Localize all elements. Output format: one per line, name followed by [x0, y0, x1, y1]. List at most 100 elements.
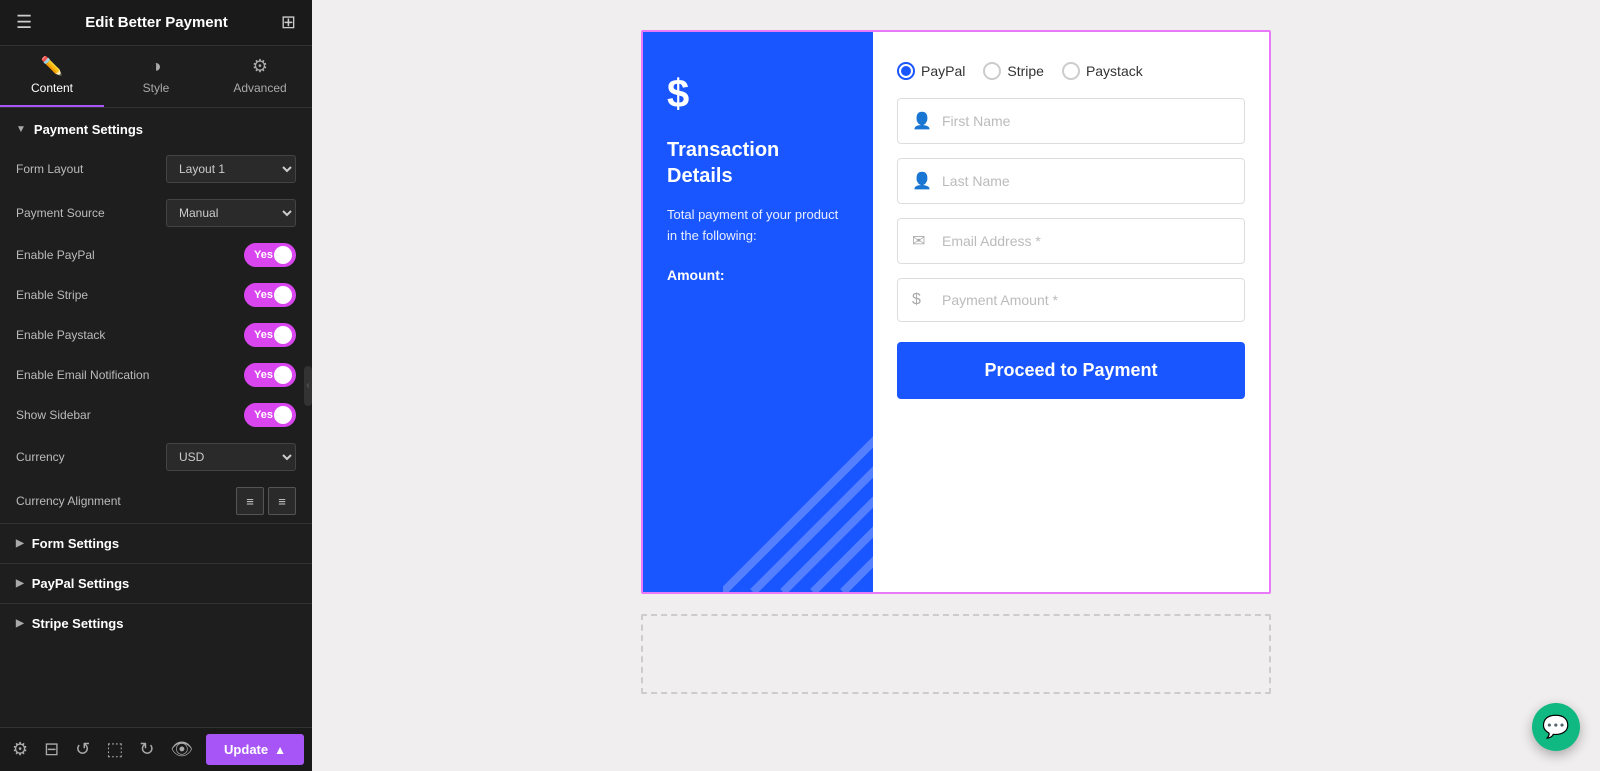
- email-field[interactable]: ✉ Email Address: [897, 218, 1245, 264]
- payment-source-row: Payment Source Manual: [0, 191, 312, 235]
- stripe-radio-option[interactable]: Stripe: [983, 62, 1044, 80]
- enable-stripe-row: Enable Stripe Yes: [0, 275, 312, 315]
- paypal-settings-arrow: ▶: [16, 578, 24, 589]
- settings-icon[interactable]: ⚙: [8, 735, 32, 764]
- eye-icon[interactable]: 👁: [166, 735, 197, 764]
- paypal-settings-section[interactable]: ▶ PayPal Settings: [0, 563, 312, 603]
- toggle-knob-sidebar: [274, 406, 292, 424]
- show-sidebar-row: Show Sidebar Yes: [0, 395, 312, 435]
- form-layout-select[interactable]: Layout 1: [166, 155, 296, 183]
- enable-email-notification-toggle[interactable]: Yes: [244, 363, 296, 387]
- currency-alignment-group: ≡ ≡: [236, 487, 296, 515]
- toggle-knob-stripe: [274, 286, 292, 304]
- align-right-button[interactable]: ≡: [268, 487, 296, 515]
- enable-paypal-value: Yes: [248, 249, 273, 261]
- advanced-icon: ⚙: [252, 56, 268, 77]
- show-sidebar-toggle[interactable]: Yes: [244, 403, 296, 427]
- last-name-icon: 👤: [912, 171, 932, 191]
- enable-paystack-toggle[interactable]: Yes: [244, 323, 296, 347]
- sidebar: ☰ Edit Better Payment ⊞ ✏️ Content ◑ Sty…: [0, 0, 312, 771]
- sidebar-title: Edit Better Payment: [85, 14, 228, 31]
- tab-style-label: Style: [143, 81, 170, 95]
- sidebar-footer: ⚙ ⊟ ↺ ⬚ ↻ 👁 Update ▲: [0, 727, 312, 771]
- email-icon: ✉: [912, 231, 932, 251]
- hamburger-icon[interactable]: ☰: [16, 12, 32, 33]
- form-layout-row: Form Layout Layout 1: [0, 147, 312, 191]
- currency-select[interactable]: USD: [166, 443, 296, 471]
- currency-row: Currency USD: [0, 435, 312, 479]
- enable-paystack-row: Enable Paystack Yes: [0, 315, 312, 355]
- toggle-knob-paystack: [274, 326, 292, 344]
- enable-paystack-value: Yes: [248, 329, 273, 341]
- stripe-settings-label: Stripe Settings: [32, 616, 124, 631]
- enable-email-notification-label: Enable Email Notification: [16, 368, 244, 382]
- paystack-radio-label: Paystack: [1086, 63, 1143, 79]
- paystack-radio-circle: [1062, 62, 1080, 80]
- paypal-radio-circle: [897, 62, 915, 80]
- first-name-placeholder: First Name: [942, 113, 1010, 129]
- stripe-settings-arrow: ▶: [16, 618, 24, 629]
- style-icon: ◑: [151, 56, 162, 77]
- widget-right-panel: PayPal Stripe Paystack 👤 First Name 👤: [873, 32, 1269, 592]
- update-arrow-icon: ▲: [274, 743, 286, 757]
- grid-icon[interactable]: ⊞: [281, 12, 296, 33]
- currency-label: Currency: [16, 450, 166, 464]
- layers-icon[interactable]: ⊟: [40, 735, 63, 764]
- paypal-radio-option[interactable]: PayPal: [897, 62, 965, 80]
- payment-radio-group: PayPal Stripe Paystack: [897, 62, 1245, 80]
- stripe-radio-label: Stripe: [1007, 63, 1044, 79]
- sidebar-content: ▼ Payment Settings Form Layout Layout 1 …: [0, 108, 312, 771]
- show-sidebar-label: Show Sidebar: [16, 408, 244, 422]
- widget-title: Transaction Details: [667, 137, 849, 189]
- enable-paypal-toggle[interactable]: Yes: [244, 243, 296, 267]
- tab-content[interactable]: ✏️ Content: [0, 46, 104, 107]
- amount-placeholder: Payment Amount: [942, 292, 1058, 308]
- main-content: $ Transaction Details Total payment of y…: [312, 0, 1600, 771]
- first-name-icon: 👤: [912, 111, 932, 131]
- first-name-field[interactable]: 👤 First Name: [897, 98, 1245, 144]
- enable-stripe-label: Enable Stripe: [16, 288, 244, 302]
- amount-label: Amount:: [667, 267, 725, 283]
- payment-settings-arrow: ▼: [16, 124, 26, 135]
- stripe-decoration: [723, 412, 873, 592]
- currency-alignment-row: Currency Alignment ≡ ≡: [0, 479, 312, 523]
- toggle-knob-email: [274, 366, 292, 384]
- stripe-settings-section[interactable]: ▶ Stripe Settings: [0, 603, 312, 643]
- resize-handle[interactable]: ‹: [304, 366, 312, 406]
- proceed-to-payment-button[interactable]: Proceed to Payment: [897, 342, 1245, 399]
- payment-source-label: Payment Source: [16, 206, 166, 220]
- last-name-placeholder: Last Name: [942, 173, 1010, 189]
- payment-settings-header[interactable]: ▼ Payment Settings: [0, 108, 312, 147]
- form-settings-arrow: ▶: [16, 538, 24, 549]
- paystack-radio-option[interactable]: Paystack: [1062, 62, 1143, 80]
- payment-source-select[interactable]: Manual: [166, 199, 296, 227]
- sidebar-header: ☰ Edit Better Payment ⊞: [0, 0, 312, 46]
- payment-widget: $ Transaction Details Total payment of y…: [641, 30, 1271, 594]
- payment-amount-field[interactable]: $ Payment Amount: [897, 278, 1245, 322]
- tab-style[interactable]: ◑ Style: [104, 46, 208, 107]
- form-layout-label: Form Layout: [16, 162, 166, 176]
- history-icon[interactable]: ↺: [71, 735, 94, 764]
- update-label: Update: [224, 742, 268, 757]
- dollar-sign: $: [667, 72, 689, 117]
- enable-paypal-label: Enable PayPal: [16, 248, 244, 262]
- form-settings-section[interactable]: ▶ Form Settings: [0, 523, 312, 563]
- enable-stripe-value: Yes: [248, 289, 273, 301]
- widget-left-panel: $ Transaction Details Total payment of y…: [643, 32, 873, 592]
- widget-description: Total payment of your product in the fol…: [667, 205, 849, 247]
- responsive-icon[interactable]: ⬚: [102, 735, 127, 764]
- form-settings-label: Form Settings: [32, 536, 119, 551]
- tab-advanced[interactable]: ⚙ Advanced: [208, 46, 312, 107]
- rotate-icon[interactable]: ↻: [135, 735, 158, 764]
- amount-icon: $: [912, 291, 932, 309]
- payment-settings-label: Payment Settings: [34, 122, 143, 137]
- toggle-knob: [274, 246, 292, 264]
- last-name-field[interactable]: 👤 Last Name: [897, 158, 1245, 204]
- align-left-button[interactable]: ≡: [236, 487, 264, 515]
- update-button[interactable]: Update ▲: [206, 734, 304, 765]
- chat-bubble[interactable]: 💬: [1532, 703, 1580, 751]
- currency-alignment-label: Currency Alignment: [16, 494, 236, 508]
- enable-stripe-toggle[interactable]: Yes: [244, 283, 296, 307]
- tab-advanced-label: Advanced: [233, 81, 286, 95]
- paypal-radio-label: PayPal: [921, 63, 965, 79]
